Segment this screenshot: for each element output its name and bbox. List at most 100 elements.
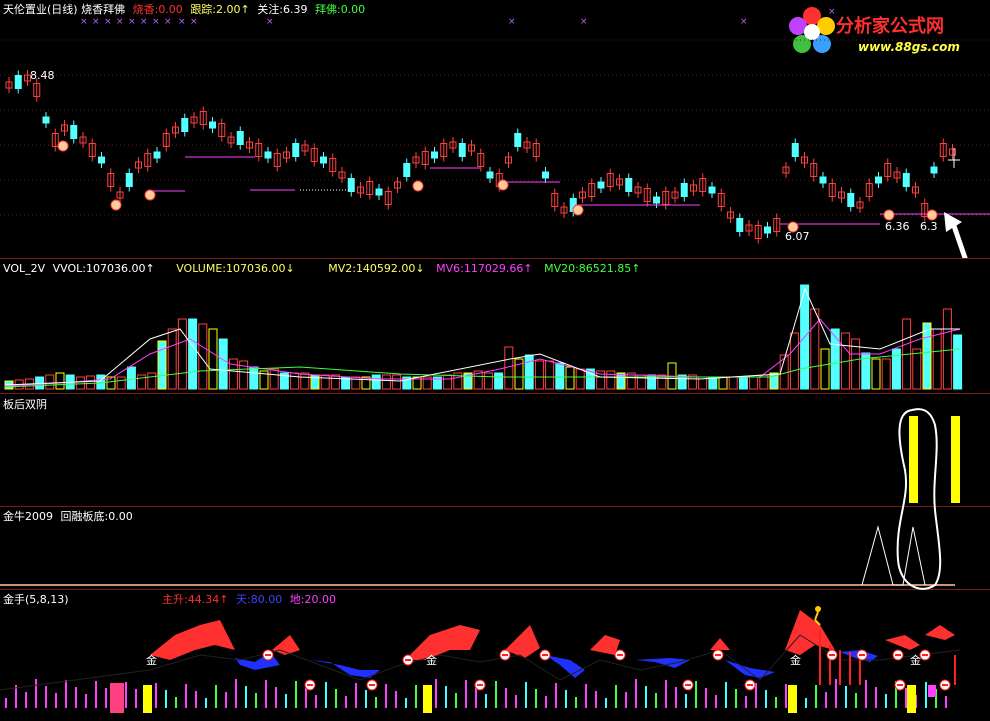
svg-text:×: × [178,17,186,27]
volume-bar [494,372,504,390]
candle-body [597,181,605,189]
volume-bar [392,374,402,390]
candle-body [264,151,272,159]
svg-text:×: × [140,17,148,27]
volume-bar [96,374,106,390]
volume-bar [228,358,238,390]
svg-text:×: × [266,17,274,27]
jin-marker: 金 [146,653,157,667]
candle-body [70,125,78,139]
price-panel[interactable]: 天伦置业(日线) 烧香拜佛 烧香:0.00 跟踪:2.00↑ 关注:6.39 拜… [0,0,990,258]
candle-body [14,75,22,89]
candle-body [653,196,660,204]
candle-body [181,118,189,132]
volume-bar [320,374,330,390]
svg-text:×: × [828,7,836,17]
jin-marker: 金 [910,653,921,667]
svg-text:×: × [740,17,748,27]
volume-bar [198,323,208,390]
volume-bar [555,362,565,390]
candle-body [486,171,494,179]
candle-body [153,151,161,159]
volume-bar [116,376,126,390]
candle-body [403,163,411,177]
volume-bar [738,376,748,390]
jinshou-chart: 金 金 金 金 [0,606,961,713]
volume-chart [4,284,963,390]
volume-bar [912,348,922,390]
jin-marker: 金 [426,653,437,667]
candle-body [209,121,216,129]
volume-bar [443,374,453,390]
candle-body [292,143,300,157]
candle-body [431,151,438,159]
jinshou-panel[interactable]: 金手(5,8,13) 主升:44.34↑ 天:80.00 地:20.00 金 金… [0,590,990,721]
volume-bar [75,376,85,390]
volume-bar [269,368,279,390]
volume-bar [290,372,300,390]
volume-bar [565,366,575,390]
svg-text:×: × [92,17,100,27]
volume-bar [749,376,759,390]
volume-bar [545,360,555,390]
candle-body [708,186,716,194]
svg-text:×: × [152,17,160,27]
candle-body [125,173,133,187]
banhou-panel[interactable]: 板后双阴 [0,394,990,506]
candle-body [458,143,466,157]
right-label-b: 6.3 [920,220,938,233]
volume-bar [616,372,626,390]
jin-marker: 金 [790,653,801,667]
volume-bar [810,308,820,390]
volume-bar [167,328,177,390]
volume-bar [381,374,391,390]
candle-body [875,176,882,184]
candle-body [736,218,744,232]
candle-body [347,178,355,192]
annotation-arrow-icon [944,212,968,258]
candle-body [902,173,910,187]
volume-bar [922,322,932,390]
volume-bar [300,372,310,390]
volume-bar [830,328,840,390]
volume-bar [606,370,616,390]
volume-bar [55,372,65,390]
candle-body [98,156,105,164]
volume-bar [932,328,942,390]
svg-text:×: × [104,17,112,27]
price-chart: × × × × × × × × × × × × × × × [0,7,990,258]
volume-bar [188,318,198,390]
volume-bar [126,366,136,390]
low-price-label: 6.07 [785,230,810,243]
volume-bar [728,376,738,390]
candle-body [514,133,522,147]
svg-text:×: × [164,17,172,27]
jinniu-panel[interactable]: 金牛2009 回融板底:0.00 [0,507,990,589]
volume-bar [575,368,585,390]
volume-bar [524,354,534,390]
volume-bar [218,338,228,390]
volume-bar [942,308,952,390]
high-price-label: 8.48 [30,69,55,82]
volume-bar [718,376,728,390]
svg-text:×: × [190,17,198,27]
candle-body [930,166,938,174]
jinniu-chart [0,525,955,586]
candle-body [375,188,383,196]
candle-body [42,116,50,124]
candle-body [542,171,549,179]
volume-panel[interactable]: VOL_2V VVOL:107036.00↑ VOLUME:107036.00↓… [0,259,990,393]
candle-body [819,176,827,184]
volume-bar [483,372,493,390]
svg-text:×: × [80,17,88,27]
candle-body [320,156,327,164]
banhou-chart [909,416,960,503]
right-label-a: 6.36 [885,220,910,233]
volume-bar [330,374,340,390]
volume-bar [249,366,259,390]
candle-body [791,143,799,157]
volume-bar [953,334,963,390]
volume-bar [45,374,55,390]
candle-body [847,193,855,207]
candle-body [764,226,771,234]
